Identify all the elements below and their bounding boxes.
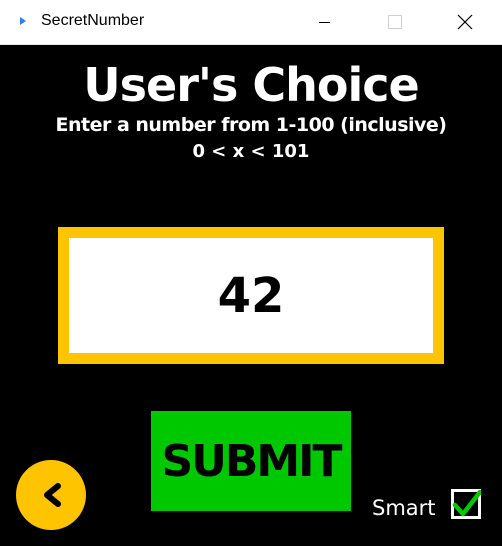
page-title: User's Choice [83, 58, 419, 112]
close-button[interactable] [442, 0, 488, 44]
minimize-icon [319, 22, 330, 23]
instruction-text: Enter a number from 1-100 (inclusive) [55, 114, 447, 136]
app-window: SecretNumber User's Choice Enter a numbe… [0, 0, 502, 546]
smart-label: Smart [372, 496, 436, 520]
close-icon [457, 14, 473, 30]
app-icon [20, 17, 26, 25]
maximize-icon [388, 15, 402, 29]
title-bar: SecretNumber [0, 0, 502, 45]
smart-checkbox[interactable] [451, 489, 481, 519]
range-text: 0 < x < 101 [192, 141, 310, 162]
minimize-button[interactable] [302, 0, 348, 44]
chevron-left-icon [44, 483, 61, 507]
number-input-box[interactable]: 42 [58, 227, 444, 364]
submit-button[interactable]: SUBMIT [151, 411, 351, 511]
back-button[interactable] [16, 460, 86, 530]
window-title: SecretNumber [41, 12, 145, 29]
maximize-button[interactable] [372, 0, 418, 44]
number-input-value[interactable]: 42 [69, 238, 433, 353]
